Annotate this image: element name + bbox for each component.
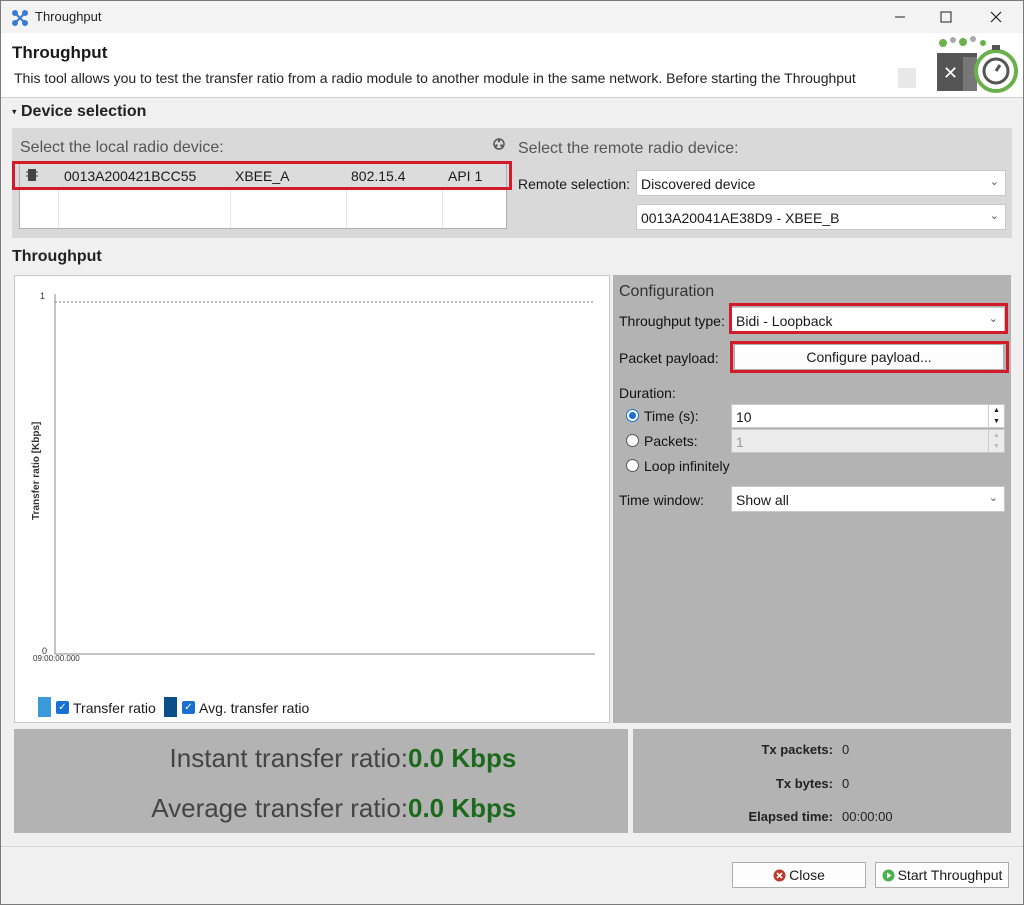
throughput-type-highlight (729, 303, 1008, 334)
up-arrow-icon[interactable]: ▲ (988, 405, 1004, 416)
local-device-highlight (12, 161, 512, 190)
configuration-panel: Configuration Throughput type: Bidi - Lo… (613, 275, 1011, 723)
window-close-button[interactable] (973, 1, 1019, 33)
maximize-icon (940, 11, 952, 23)
throughput-heading: Throughput (12, 248, 102, 265)
minimize-icon (895, 16, 905, 18)
throughput-logo-icon: ✕ (937, 36, 1018, 93)
chart-panel: 1 0 09:00:00.000 Transfer ratio [Kbps] ✓… (14, 275, 610, 723)
svg-text:✕: ✕ (943, 63, 958, 84)
configuration-title: Configuration (619, 283, 715, 300)
device-selection-label: Device selection (20, 103, 147, 120)
tx-stats-panel: Tx packets: 0 Tx bytes: 0 Elapsed time: … (633, 729, 1011, 833)
y-axis-label: Transfer ratio [Kbps] (31, 422, 42, 520)
remote-selection-combo[interactable]: Discovered device ⌄ (636, 170, 1006, 196)
chevron-down-icon: ⌄ (989, 210, 999, 222)
time-radio[interactable] (626, 409, 639, 422)
packets-stepper[interactable]: ▲ ▼ (988, 430, 1004, 452)
chevron-down-icon: ⌄ (989, 176, 999, 188)
tool-header: Throughput This tool allows you to test … (1, 33, 1023, 98)
transfer-ratio-checkbox[interactable]: ✓ (56, 701, 69, 714)
transfer-stats-panel: Instant transfer ratio: 0.0 Kbps Average… (14, 729, 628, 833)
title-bar: Throughput (1, 1, 1023, 33)
maximize-button[interactable] (923, 1, 969, 33)
instant-ratio-value: 0.0 Kbps (408, 743, 517, 773)
header-description: This tool allows you to test the transfe… (14, 70, 856, 86)
app-icon (12, 10, 28, 26)
chevron-down-icon: ⌄ (988, 492, 998, 504)
tx-packets-label: Tx packets: (761, 742, 833, 757)
remote-device-value: 0013A20041AE38D9 - XBEE_B (641, 210, 840, 226)
close-circle-icon (773, 869, 786, 881)
remote-selection-label: Remote selection: (518, 176, 631, 192)
configure-payload-highlight (730, 341, 1009, 373)
duration-label: Duration: (619, 385, 676, 401)
x-tick: 09:00:00.000 (33, 654, 80, 663)
remote-selection-value: Discovered device (641, 176, 756, 192)
packets-value: 1 (736, 434, 744, 450)
remote-device-combo[interactable]: 0013A20041AE38D9 - XBEE_B ⌄ (636, 204, 1006, 230)
table-divider (442, 188, 443, 228)
close-button[interactable]: Close (732, 862, 866, 888)
local-device-label: Select the local radio device: (20, 139, 224, 156)
tx-bytes-label: Tx bytes: (775, 776, 833, 791)
throughput-type-label: Throughput type: (619, 313, 725, 329)
down-arrow-icon[interactable]: ▼ (988, 441, 1004, 452)
window-title: Throughput (35, 9, 102, 24)
average-ratio-value: 0.0 Kbps (408, 793, 517, 823)
elapsed-time-label: Elapsed time: (748, 809, 833, 824)
collapse-arrow-icon: ▾ (12, 106, 17, 117)
time-stepper[interactable]: ▲ ▼ (988, 405, 1004, 427)
remote-device-label: Select the remote radio device: (518, 140, 739, 157)
discover-icon[interactable] (492, 137, 506, 151)
close-button-label: Close (789, 867, 825, 883)
time-window-label: Time window: (619, 492, 705, 508)
table-divider (230, 188, 231, 228)
play-icon (882, 869, 895, 881)
close-icon (990, 11, 1002, 23)
down-arrow-icon[interactable]: ▼ (988, 416, 1004, 427)
throughput-chart: 1 0 09:00:00.000 Transfer ratio [Kbps] (31, 291, 595, 663)
elapsed-time-value: 00:00:00 (842, 809, 893, 824)
minimize-button[interactable] (877, 1, 923, 33)
time-label: Time (s): (644, 408, 699, 424)
throughput-window: Throughput Throughput This tool allows y… (0, 0, 1024, 905)
up-arrow-icon[interactable]: ▲ (988, 430, 1004, 441)
device-selection-heading[interactable]: ▾ Device selection (12, 103, 146, 121)
avg-transfer-ratio-checkbox[interactable]: ✓ (182, 701, 195, 714)
header-title: Throughput (12, 43, 108, 62)
time-input[interactable]: 10 ▲ ▼ (731, 404, 1005, 428)
table-divider (58, 188, 59, 228)
start-throughput-button[interactable]: Start Throughput (875, 862, 1009, 888)
table-divider (346, 188, 347, 228)
legend-average-label: Avg. transfer ratio (199, 700, 310, 716)
packet-payload-label: Packet payload: (619, 350, 719, 366)
footer-divider (1, 846, 1023, 847)
tx-packets-value: 0 (842, 742, 850, 757)
start-throughput-label: Start Throughput (897, 867, 1003, 883)
device-selection-panel: Select the local radio device: 0013A2004… (12, 128, 1012, 238)
legend-transfer-label: Transfer ratio (73, 700, 156, 716)
packets-radio[interactable] (626, 434, 639, 447)
legend-swatch-transfer (38, 697, 51, 717)
time-value: 10 (736, 409, 752, 425)
loop-infinitely-label: Loop infinitely (644, 458, 730, 474)
loop-infinitely-radio[interactable] (626, 459, 639, 472)
average-ratio-label: Average transfer ratio: (151, 793, 408, 823)
instant-ratio-label: Instant transfer ratio: (169, 743, 408, 773)
legend-swatch-average (164, 697, 177, 717)
time-window-value: Show all (736, 492, 789, 508)
packets-label: Packets: (644, 433, 698, 449)
packets-input[interactable]: 1 ▲ ▼ (731, 429, 1005, 453)
y-tick-top: 1 (40, 291, 45, 301)
time-window-combo[interactable]: Show all ⌄ (731, 486, 1005, 512)
tx-bytes-value: 0 (842, 776, 850, 791)
header-image-placeholder (898, 68, 916, 88)
